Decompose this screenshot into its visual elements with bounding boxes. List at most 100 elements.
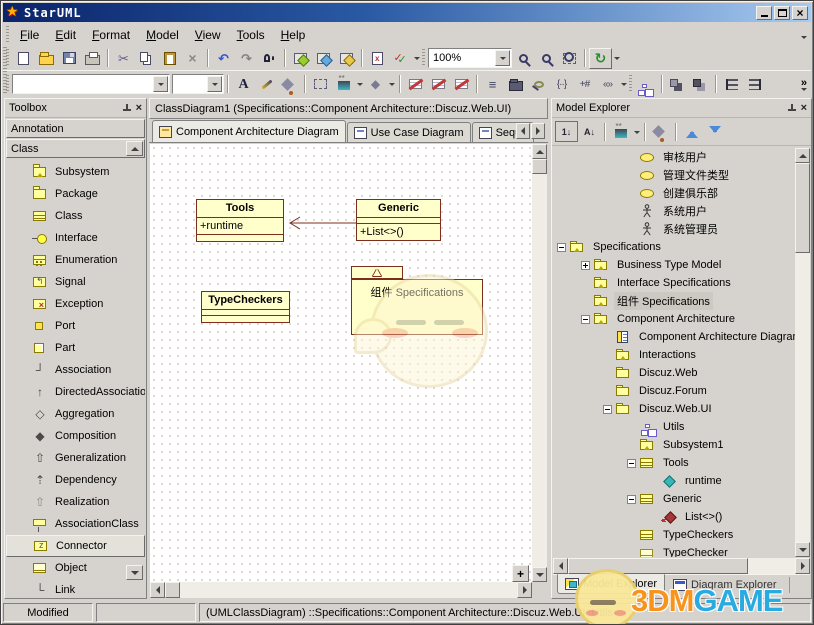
diagram-style-button[interactable] — [649, 121, 672, 142]
package-tab[interactable] — [351, 266, 403, 279]
toolbox-item-connector[interactable]: Connector — [6, 535, 145, 557]
toolbox-item-dependency[interactable]: ⇡Dependency — [6, 469, 145, 491]
tree-item-selected[interactable]: 组件 Specifications — [553, 292, 795, 310]
menu-view[interactable]: View — [187, 25, 229, 45]
open-button[interactable] — [35, 48, 58, 69]
find-button[interactable] — [258, 48, 281, 69]
zoom-area-button[interactable] — [558, 48, 581, 69]
collapse-gizmo[interactable] — [627, 495, 636, 504]
tree-item[interactable]: Discuz.Web — [553, 364, 795, 382]
toolbox-item-part[interactable]: Part — [6, 337, 145, 359]
scroll-right-button[interactable] — [517, 582, 532, 598]
tree-item[interactable]: Utils — [553, 418, 795, 436]
paste-button[interactable] — [158, 48, 181, 69]
scroll-left-button[interactable] — [150, 582, 165, 598]
canvas-vertical-scrollbar[interactable] — [532, 144, 547, 582]
tab-component-architecture-diagram[interactable]: Component Architecture Diagram — [152, 120, 346, 142]
guillemet-visibility-button[interactable]: «» — [596, 74, 619, 95]
layout-diagram-button[interactable] — [635, 74, 658, 95]
toolbox-item-object[interactable]: Object — [6, 557, 145, 579]
shape-style-button[interactable]: ◆ — [364, 74, 387, 95]
stereotype-display-button[interactable] — [332, 74, 355, 95]
scroll-down-button[interactable] — [532, 567, 547, 582]
toolbar-dropdown[interactable] — [412, 48, 421, 69]
line-color-button[interactable] — [255, 74, 278, 95]
toolbox-item-package[interactable]: Package — [6, 183, 145, 205]
toolbox-section-class[interactable]: Class — [6, 139, 145, 158]
cut-button[interactable]: ✂ — [112, 48, 135, 69]
zoom-toolbar-grip[interactable] — [422, 49, 425, 67]
constraint-visibility-button[interactable]: {··} — [550, 74, 573, 95]
tree-item[interactable]: Discuz.Web.UI — [553, 400, 795, 418]
add-diagram-button[interactable] — [312, 48, 335, 69]
uml-package-specifications[interactable]: 组件 Specifications — [351, 279, 483, 335]
toolbox-item-generalization[interactable]: ⇧Generalization — [6, 447, 145, 469]
collapse-gizmo[interactable] — [581, 315, 590, 324]
title-bar[interactable]: StarUML × — [3, 3, 811, 22]
visibility-dropdown[interactable] — [619, 74, 628, 95]
toolbox-item-directedassociation[interactable]: ↑DirectedAssociation — [6, 381, 145, 403]
copy-button[interactable] — [135, 48, 158, 69]
delete-button[interactable]: × — [181, 48, 204, 69]
tree-item[interactable]: Discuz.Forum — [553, 382, 795, 400]
collapse-gizmo[interactable] — [603, 405, 612, 414]
menubar-grip[interactable] — [6, 26, 9, 44]
move-up-button[interactable] — [680, 121, 703, 142]
move-down-button[interactable] — [703, 121, 726, 142]
vertical-scroll-thumb[interactable] — [532, 159, 547, 174]
owner-scope-button[interactable] — [504, 74, 527, 95]
menu-help[interactable]: Help — [273, 25, 314, 45]
tree-item[interactable]: 创建俱乐部 — [553, 184, 795, 202]
horizontal-scroll-thumb[interactable] — [568, 558, 748, 574]
tree-item[interactable]: 管理文件类型 — [553, 166, 795, 184]
maximize-button[interactable] — [774, 6, 790, 20]
uml-class-generic[interactable]: Generic +List<>() — [356, 199, 441, 241]
send-to-back-button[interactable] — [689, 74, 712, 95]
expand-gizmo[interactable] — [581, 261, 590, 270]
toolbox-item-composition[interactable]: ◆Composition — [6, 425, 145, 447]
zoom-combo[interactable]: 100% — [428, 48, 512, 68]
undo-button[interactable]: ↶ — [212, 48, 235, 69]
add-element-button[interactable] — [335, 48, 358, 69]
scroll-down-button[interactable] — [795, 542, 810, 557]
stereotype-display-button[interactable] — [609, 121, 632, 142]
font-name-dropdown[interactable] — [153, 76, 168, 92]
pan-button[interactable]: + — [512, 565, 529, 582]
font-name-combo[interactable] — [12, 74, 170, 94]
toolbar-overflow-button[interactable]: » — [801, 78, 807, 90]
tree-item[interactable]: TypeCheckers — [553, 526, 795, 544]
new-button[interactable] — [12, 48, 35, 69]
toolbox-header[interactable]: Toolbox × — [5, 99, 146, 118]
collapse-gizmo[interactable] — [627, 459, 636, 468]
operation-signature-button[interactable]: +# — [573, 74, 596, 95]
toolbox-item-exception[interactable]: Exception — [6, 293, 145, 315]
stereotype-display-dropdown[interactable] — [632, 121, 641, 142]
toolbox-item-interface[interactable]: Interface — [6, 227, 145, 249]
vertical-scroll-thumb[interactable] — [795, 163, 810, 253]
suppress-operations-button[interactable] — [427, 74, 450, 95]
collapse-gizmo[interactable] — [557, 243, 566, 252]
align-right-button[interactable] — [743, 74, 766, 95]
toolbox-scroll-down-button[interactable] — [126, 565, 143, 580]
zoom-out-button[interactable] — [535, 48, 558, 69]
toolbox-item-subsystem[interactable]: Subsystem — [6, 161, 145, 183]
tab-scroll-left-button[interactable] — [516, 123, 530, 139]
tab-scroll-right-button[interactable] — [531, 123, 545, 139]
horizontal-scroll-thumb[interactable] — [165, 582, 180, 598]
add-model-button[interactable] — [289, 48, 312, 69]
toolbox-section-annotation[interactable]: Annotation — [6, 119, 145, 138]
tree-item[interactable]: Business Type Model — [553, 256, 795, 274]
save-button[interactable] — [58, 48, 81, 69]
toolbox-item-realization[interactable]: ⇧Realization — [6, 491, 145, 513]
menubar-overflow-button[interactable] — [801, 29, 807, 41]
zoom-in-button[interactable] — [512, 48, 535, 69]
tree-item[interactable]: List<>() — [553, 508, 795, 526]
toolbox-item-association[interactable]: ┘Association — [6, 359, 145, 381]
toolbox-item-aggregation[interactable]: ◇Aggregation — [6, 403, 145, 425]
tree-item[interactable]: Specifications — [553, 238, 795, 256]
pin-icon[interactable] — [787, 104, 796, 113]
menu-format[interactable]: Format — [84, 25, 138, 45]
menu-tools[interactable]: Tools — [229, 25, 273, 45]
tree-vertical-scrollbar[interactable] — [795, 148, 810, 557]
scroll-up-button[interactable] — [795, 148, 810, 163]
